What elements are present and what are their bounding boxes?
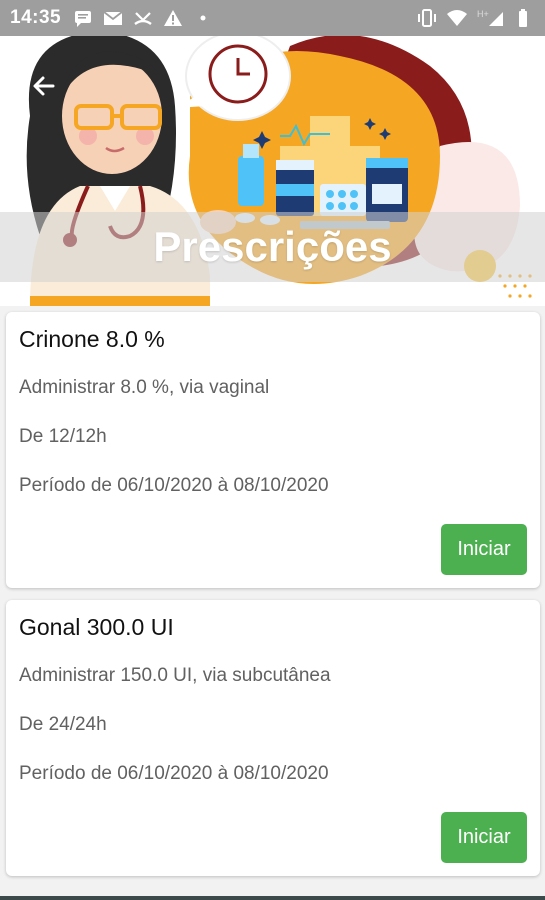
prescription-period: Período de 06/10/2020 à 08/10/2020 <box>19 475 329 496</box>
status-bar: 14:35 H+ <box>0 0 545 36</box>
prescription-card: Crinone 8.0 % Administrar 8.0 %, via vag… <box>6 312 540 588</box>
missed-call-icon <box>133 8 153 28</box>
battery-icon <box>515 8 535 28</box>
message-icon <box>73 8 93 28</box>
start-button[interactable]: Iniciar <box>441 812 527 863</box>
wifi-icon <box>447 8 467 28</box>
notification-icons <box>73 8 213 28</box>
prescription-dosage: Administrar 8.0 %, via vaginal <box>19 377 270 398</box>
title-band: Prescrições <box>0 212 545 282</box>
page-title: Prescrições <box>153 223 392 270</box>
prescription-frequency: De 12/12h <box>19 426 107 447</box>
prescription-card: Gonal 300.0 UI Administrar 150.0 UI, via… <box>6 600 540 876</box>
bottom-edge <box>0 896 545 900</box>
header-banner: Prescrições <box>0 36 545 306</box>
prescription-dosage: Administrar 150.0 UI, via subcutânea <box>19 665 331 686</box>
status-time: 14:35 <box>10 7 62 28</box>
back-button[interactable] <box>24 66 64 106</box>
prescription-name: Gonal 300.0 UI <box>19 614 174 640</box>
prescription-name: Crinone 8.0 % <box>19 326 165 352</box>
prescription-frequency: De 24/24h <box>19 714 107 735</box>
prescription-period: Período de 06/10/2020 à 08/10/2020 <box>19 763 329 784</box>
system-icons: H+ <box>417 8 535 28</box>
vibrate-icon <box>417 8 437 28</box>
mail-icon <box>103 8 123 28</box>
arrow-back-icon <box>33 76 55 96</box>
signal-icon: H+ <box>477 8 505 28</box>
prescription-list: Crinone 8.0 % Administrar 8.0 %, via vag… <box>6 312 540 888</box>
start-button[interactable]: Iniciar <box>441 524 527 575</box>
dot-icon <box>193 8 213 28</box>
alert-icon <box>163 8 183 28</box>
network-type-label: H+ <box>477 9 489 19</box>
